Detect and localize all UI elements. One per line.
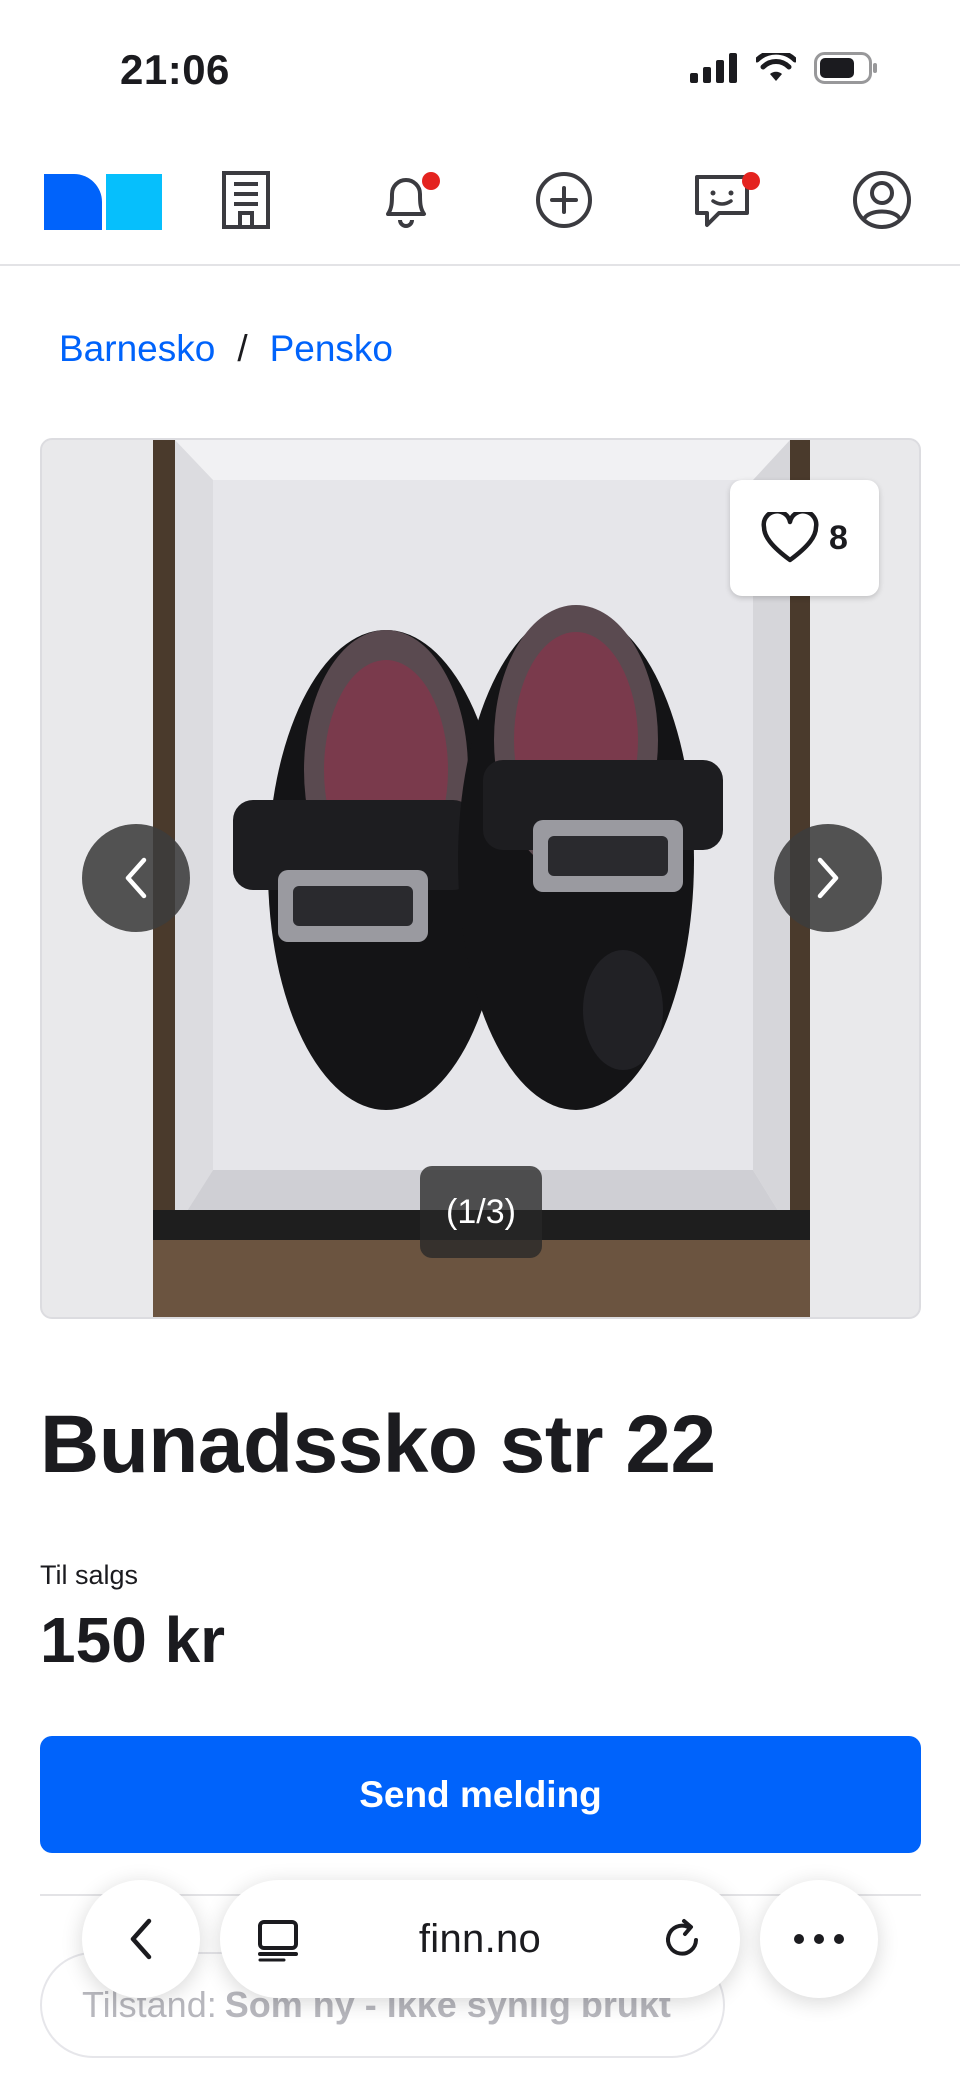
bell-icon[interactable] [374, 168, 440, 232]
battery-icon [814, 52, 877, 84]
profile-icon[interactable] [850, 168, 914, 232]
building-icon[interactable] [214, 168, 278, 232]
ellipsis-icon [794, 1934, 844, 1944]
next-image-button[interactable] [774, 824, 882, 932]
notification-dot [422, 172, 440, 190]
chat-icon[interactable] [690, 168, 760, 232]
favorite-button[interactable]: 8 [730, 480, 879, 596]
favorite-count: 8 [829, 518, 848, 557]
signal-icon [690, 53, 737, 83]
browser-toolbar: finn.no [0, 1870, 960, 2010]
chevron-left-icon [125, 857, 147, 899]
chevron-right-icon [817, 857, 839, 899]
status-icons [690, 52, 878, 84]
image-counter: (1/3) [420, 1166, 542, 1258]
status-bar: 21:06 [0, 0, 960, 140]
top-nav [0, 140, 960, 266]
heart-icon [761, 512, 819, 563]
previous-image-button[interactable] [82, 824, 190, 932]
plus-circle-icon[interactable] [532, 168, 596, 232]
tabs-icon[interactable] [256, 1918, 300, 1962]
listing-title: Bunadssko str 22 [40, 1399, 716, 1490]
browser-back-button[interactable] [82, 1880, 200, 1998]
breadcrumb: Barnesko / Pensko [59, 328, 393, 370]
url-text: finn.no [418, 1916, 542, 1961]
notification-dot [742, 172, 760, 190]
reload-icon[interactable] [660, 1918, 704, 1962]
listing-price: 150 kr [40, 1604, 226, 1676]
status-time: 21:06 [120, 46, 230, 93]
more-options-button[interactable] [760, 1880, 878, 1998]
breadcrumb-link-pensko[interactable]: Pensko [270, 328, 393, 370]
chevron-left-icon [130, 1918, 152, 1960]
image-gallery[interactable]: 8 (1/3) [40, 438, 921, 1319]
address-bar[interactable]: finn.no [220, 1880, 740, 1998]
send-message-button[interactable]: Send melding [40, 1736, 921, 1853]
breadcrumb-separator: / [237, 328, 248, 369]
breadcrumb-link-barnesko[interactable]: Barnesko [59, 328, 215, 370]
wifi-icon [756, 53, 796, 81]
finn-logo[interactable] [44, 174, 162, 230]
sale-label: Til salgs [40, 1560, 139, 1590]
